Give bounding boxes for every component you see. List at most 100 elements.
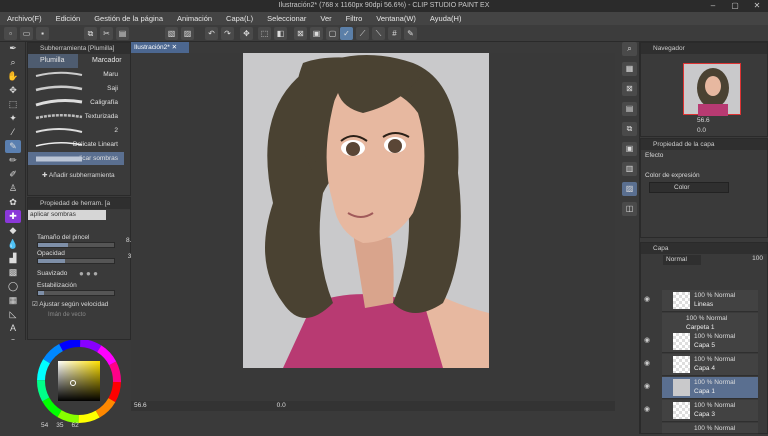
speed-checkbox[interactable]: ☑ Ajustar según velocidad [32,300,108,308]
pencil-icon[interactable]: ✏ [5,154,21,167]
transform-icon[interactable]: ✥ [240,27,253,40]
selection-icon[interactable]: ⬚ [258,27,271,40]
maximize-button[interactable]: ▢ [724,0,746,12]
layer-blend: 100 % Normal [686,315,728,322]
fill-bucket-icon[interactable]: ▟ [5,252,21,265]
invert-icon[interactable]: ◧ [274,27,287,40]
brush-saji[interactable]: Saji [28,82,124,95]
snap-special-icon[interactable]: ⟋ [356,27,369,40]
add-subtool-button[interactable]: ✚ Añadir subherramienta [42,171,115,179]
crop-icon[interactable]: ▢ [326,27,339,40]
blend-mode-dropdown[interactable]: Normal [663,255,701,265]
copy-icon[interactable]: ⧉ [84,27,97,40]
brush-maru[interactable]: Maru [28,68,124,81]
close-button[interactable]: ✕ [746,0,768,12]
move-icon[interactable]: ✥ [5,84,21,97]
save-icon[interactable]: ▪ [36,27,49,40]
snap-ruler-icon[interactable]: ✓ [340,27,353,40]
eye-icon[interactable]: ◉ [641,382,653,390]
menu-capa[interactable]: Capa(L) [219,12,260,25]
gradient-icon[interactable]: ▩ [5,266,21,279]
smoothing-presets-icon[interactable]: ● ● ● [79,269,98,278]
pen-icon[interactable]: ✎ [5,140,21,153]
menu-archivo[interactable]: Archivo(F) [0,12,49,25]
redo-icon[interactable]: ↷ [221,27,234,40]
eye-icon[interactable]: ◉ [641,359,653,367]
clear-icon[interactable]: ▧ [165,27,178,40]
brush-caligrafia[interactable]: Caligrafía [28,96,124,109]
brush-aplicar-sombras[interactable]: aplicar sombras [28,152,124,165]
color-snap-icon[interactable]: ✎ [404,27,417,40]
layer-mask-icon[interactable]: ▦ [622,62,637,76]
tab-plumilla[interactable]: Plumilla [28,54,78,68]
layer-row[interactable]: 100 % Normal Lineas [662,290,758,312]
brush-icon[interactable]: ✐ [5,168,21,181]
layer-row[interactable]: 100 % Normal Capa 5 [662,331,758,353]
brush-size-slider[interactable] [37,242,115,248]
ruler-icon[interactable]: ◺ [5,308,21,321]
clear-outside-icon[interactable]: ▨ [181,27,194,40]
snap-grid-icon[interactable]: ⟍ [372,27,385,40]
layer-row[interactable]: 100 % Normal Capa 3 [662,400,758,422]
menu-seleccionar[interactable]: Seleccionar [260,12,313,25]
undo-icon[interactable]: ↶ [205,27,218,40]
paste-icon[interactable]: ▤ [116,27,129,40]
opacity-slider[interactable] [37,258,115,264]
brush-delicate-lineart[interactable]: Delicate Lineart [28,138,124,151]
layer-row-selected[interactable]: 100 % Normal Capa 1 [662,377,758,399]
figure-icon[interactable]: ◯ [5,280,21,293]
clear-layer-icon[interactable]: ⊠ [622,82,637,96]
decoration-icon[interactable]: ✿ [5,196,21,209]
menu-ventana[interactable]: Ventana(W) [369,12,423,25]
merge-icon[interactable]: ▣ [622,142,637,156]
deselect-icon[interactable]: ⊠ [294,27,307,40]
layer-row[interactable]: 100 % Normal Capa 4 [662,354,758,376]
frame-icon[interactable]: ▦ [5,294,21,307]
menu-ayuda[interactable]: Ayuda(H) [423,12,469,25]
menu-ver[interactable]: Ver [313,12,338,25]
pen-nib-icon[interactable]: ✒ [5,42,21,55]
artwork-canvas[interactable] [243,53,489,368]
eye-icon[interactable]: ◉ [641,405,653,413]
layer-blend: 100 % Normal [694,292,736,299]
expression-color-value: Color [674,184,690,191]
brush-2[interactable]: 2 [28,124,124,137]
airbrush-icon[interactable]: ♙ [5,182,21,195]
selection-icon[interactable]: ⬚ [5,98,21,111]
stabilization-slider[interactable] [37,290,115,296]
eyedropper-icon[interactable]: ⁄ [5,126,21,139]
zoom-icon[interactable]: ⌕ [5,56,21,69]
image-material-icon[interactable]: ▤ [622,102,637,116]
new-file-icon[interactable]: ▫ [4,27,17,40]
eye-icon[interactable]: ◉ [641,336,653,344]
copy-layer-icon[interactable]: ⧉ [622,122,637,136]
fill-icon[interactable]: ▣ [310,27,323,40]
cut-icon[interactable]: ✂ [100,27,113,40]
brush-texturizada[interactable]: Texturizada [28,110,124,123]
snap-icon[interactable]: # [388,27,401,40]
search-icon[interactable]: ⌕ [622,42,637,56]
layer-row[interactable]: 100 % Normal [662,423,758,434]
fill-layer-icon[interactable]: ▥ [622,162,637,176]
menu-edicion[interactable]: Edición [49,12,88,25]
menu-filtro[interactable]: Filtro [339,12,370,25]
eye-icon[interactable]: ◉ [641,295,653,303]
document-tab[interactable]: Ilustración2* ✕ [131,42,189,53]
hand-icon[interactable]: ✋ [5,70,21,83]
expression-color-label: Color de expresión [645,172,700,179]
blend-icon[interactable]: 💧 [5,238,21,251]
auto-select-icon[interactable]: ▨ [622,182,637,196]
open-folder-icon[interactable]: ▭ [20,27,33,40]
outline-icon[interactable]: ◫ [622,202,637,216]
tab-marcador[interactable]: Marcador [80,54,126,68]
text-icon[interactable]: A [5,322,21,335]
menu-animacion[interactable]: Animación [170,12,219,25]
expression-color-dropdown[interactable]: Color [649,182,729,193]
color-wheel-icon[interactable] [0,339,131,434]
magic-wand-icon[interactable]: ✦ [5,112,21,125]
minimize-button[interactable]: – [702,0,724,12]
menu-gestion-pagina[interactable]: Gestión de la página [87,12,170,25]
navigator-preview[interactable] [683,63,741,116]
eraser-icon[interactable]: ◆ [5,224,21,237]
ruler-special-icon[interactable]: ✚ [5,210,21,223]
